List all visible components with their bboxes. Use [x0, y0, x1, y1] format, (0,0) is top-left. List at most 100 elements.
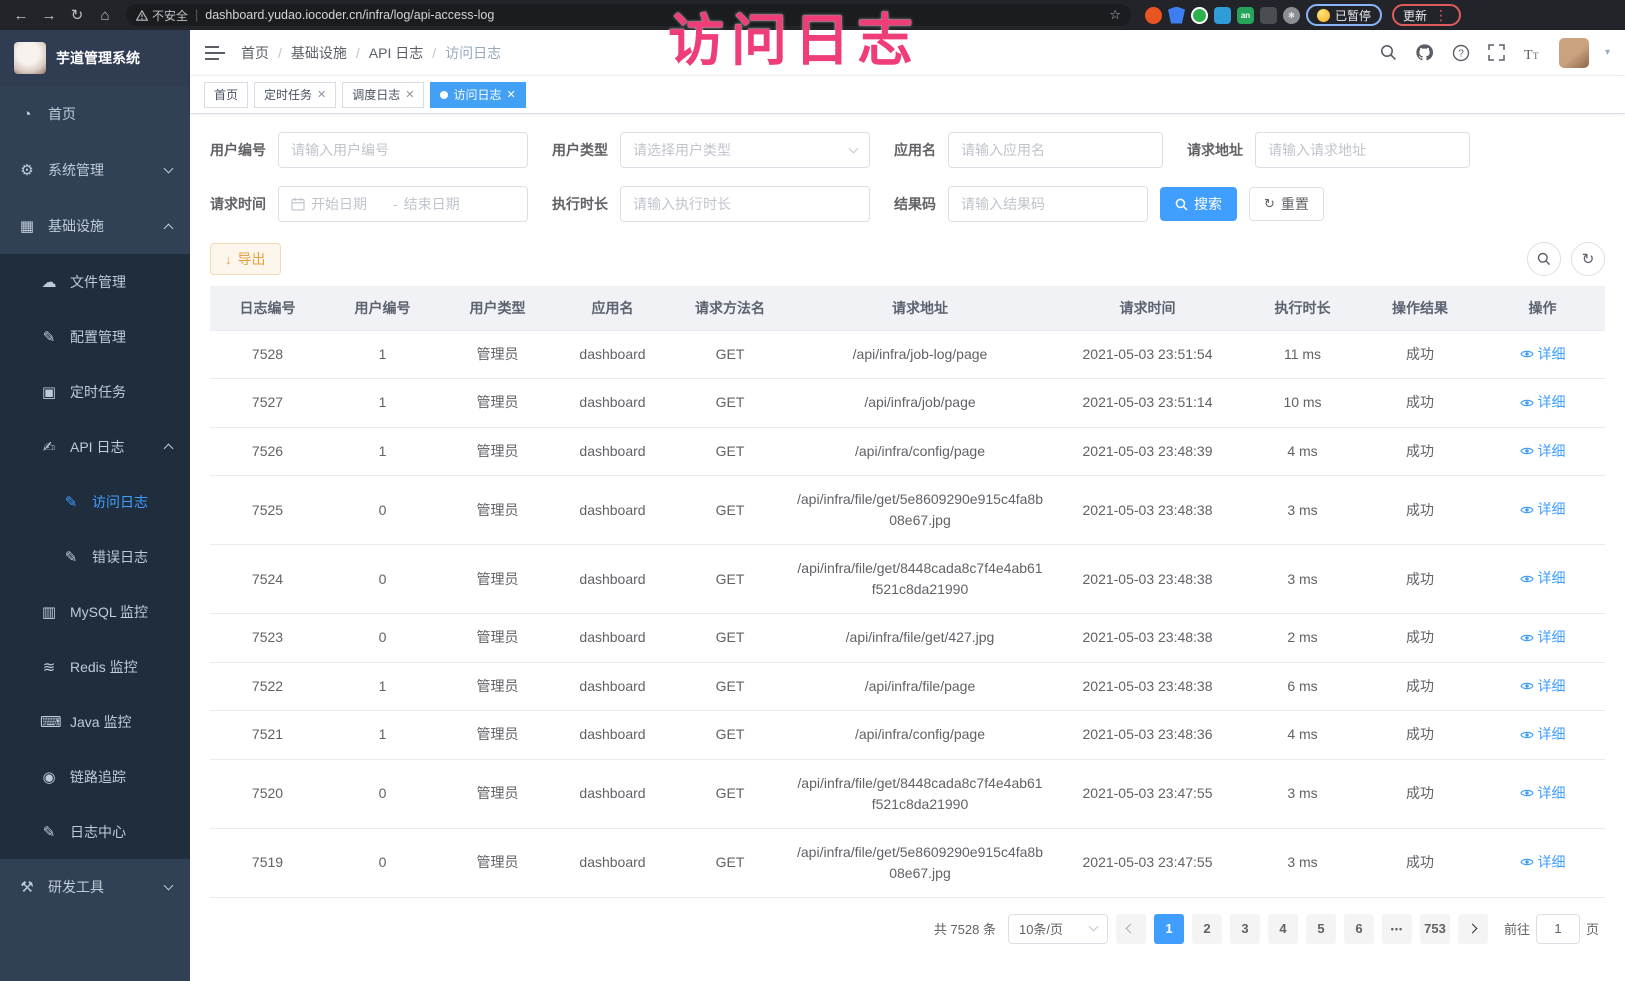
extension-icon-blue-puzzle[interactable] [1214, 7, 1231, 24]
sidebar-item-mysql-monitor[interactable]: ▥ MySQL 监控 [0, 584, 190, 639]
close-icon[interactable]: ✕ [317, 88, 326, 101]
page-button-5[interactable]: 5 [1306, 914, 1336, 944]
breadcrumb: 首页 / 基础设施 / API 日志 / 访问日志 [241, 43, 501, 63]
refresh-button[interactable]: ↻ [1571, 242, 1605, 276]
forward-icon[interactable]: → [38, 4, 60, 26]
page-size-select[interactable]: 10条/页 [1008, 914, 1108, 944]
extension-icon-orange[interactable] [1145, 7, 1162, 24]
avatar-caret-down-icon[interactable]: ▾ [1605, 47, 1610, 58]
col-app-name: 应用名 [555, 286, 670, 330]
not-secure-warning[interactable]: 不安全 [136, 7, 188, 24]
user-avatar[interactable] [1559, 38, 1589, 68]
export-button[interactable]: ↓ 导出 [210, 243, 281, 275]
search-form: 用户编号 用户类型 请选择用户类型 应用名 请求地址 [190, 114, 1625, 240]
sidebar-item-infrastructure[interactable]: ▦ 基础设施 [0, 198, 190, 254]
sidebar-item-redis-monitor[interactable]: ≋ Redis 监控 [0, 639, 190, 694]
detail-button[interactable]: 详细 [1520, 852, 1566, 873]
page-button-6[interactable]: 6 [1344, 914, 1374, 944]
hamburger-icon[interactable] [205, 45, 227, 61]
detail-button[interactable]: 详细 [1520, 783, 1566, 804]
github-icon[interactable] [1415, 43, 1435, 63]
help-icon[interactable]: ? [1451, 43, 1471, 63]
duration-field-wrap [620, 186, 870, 222]
close-icon[interactable]: ✕ [507, 88, 516, 101]
breadcrumb-home[interactable]: 首页 [241, 43, 269, 63]
infrastructure-icon: ▦ [18, 217, 36, 235]
extension-icon-dark[interactable] [1260, 7, 1277, 24]
breadcrumb-infrastructure[interactable]: 基础设施 [291, 43, 347, 63]
page-button-4[interactable]: 4 [1268, 914, 1298, 944]
detail-button[interactable]: 详细 [1520, 344, 1566, 365]
reset-button[interactable]: ↻ 重置 [1249, 187, 1324, 221]
sidebar-item-access-log[interactable]: ✎ 访问日志 [0, 474, 190, 529]
detail-button[interactable]: 详细 [1520, 676, 1566, 697]
update-button[interactable]: 更新 ⋮ [1392, 4, 1461, 26]
user-type-select[interactable]: 请选择用户类型 [620, 132, 870, 168]
chevron-down-icon [164, 880, 174, 890]
breadcrumb-api-log[interactable]: API 日志 [369, 43, 423, 63]
result-code-input[interactable] [961, 196, 1135, 212]
request-url-field-wrap [1255, 132, 1470, 168]
download-icon: ↓ [225, 252, 232, 267]
user-id-input[interactable] [291, 142, 515, 158]
app-name-input[interactable] [961, 142, 1150, 158]
home-icon[interactable]: ⌂ [94, 4, 116, 26]
sidebar-item-home[interactable]: ◔ 首页 [0, 86, 190, 142]
col-duration: 执行时长 [1245, 286, 1360, 330]
sidebar-item-system[interactable]: ⚙ 系统管理 [0, 142, 190, 198]
more-pages-button[interactable]: ••• [1382, 914, 1412, 944]
svg-text:?: ? [1458, 48, 1464, 59]
page-button-753[interactable]: 753 [1420, 914, 1450, 944]
sidebar-item-dev-tools[interactable]: ⚒ 研发工具 [0, 859, 190, 915]
svg-text:T: T [1533, 51, 1539, 61]
app-logo-row[interactable]: 芋道管理系统 [0, 30, 190, 86]
col-user-id: 用户编号 [325, 286, 440, 330]
detail-button[interactable]: 详细 [1520, 441, 1566, 462]
extension-icon-green-circle[interactable] [1191, 7, 1208, 24]
sidebar-item-trace[interactable]: ◉ 链路追踪 [0, 749, 190, 804]
tab-scheduled-jobs[interactable]: 定时任务 ✕ [254, 82, 336, 108]
detail-button[interactable]: 详细 [1520, 627, 1566, 648]
request-url-input[interactable] [1268, 142, 1457, 158]
sidebar-item-error-log[interactable]: ✎ 错误日志 [0, 529, 190, 584]
toggle-search-button[interactable] [1527, 242, 1561, 276]
sidebar-item-java-monitor[interactable]: ⌨ Java 监控 [0, 694, 190, 749]
extension-icon-shield[interactable] [1168, 7, 1185, 24]
end-date-input[interactable] [404, 196, 480, 212]
sidebar-item-scheduled-jobs[interactable]: ▣ 定时任务 [0, 364, 190, 419]
tab-access-log[interactable]: 访问日志 ✕ [430, 82, 525, 108]
tab-home[interactable]: 首页 [204, 82, 248, 108]
close-icon[interactable]: ✕ [405, 88, 414, 101]
page-button-2[interactable]: 2 [1192, 914, 1222, 944]
page-button-3[interactable]: 3 [1230, 914, 1260, 944]
detail-button[interactable]: 详细 [1520, 499, 1566, 520]
detail-button[interactable]: 详细 [1520, 392, 1566, 413]
bookmark-star-icon[interactable]: ☆ [1109, 7, 1121, 23]
paused-badge[interactable]: 已暂停 [1306, 4, 1382, 26]
font-size-icon[interactable]: TT [1523, 43, 1543, 63]
detail-button[interactable]: 详细 [1520, 724, 1566, 745]
back-icon[interactable]: ← [10, 4, 32, 26]
sidebar-item-api-log[interactable]: ✍ API 日志 [0, 419, 190, 474]
search-icon[interactable] [1379, 43, 1399, 63]
prev-page-button[interactable] [1116, 914, 1146, 944]
tab-schedule-log[interactable]: 调度日志 ✕ [342, 82, 424, 108]
start-date-input[interactable] [311, 196, 387, 212]
fullscreen-icon[interactable] [1487, 43, 1507, 63]
next-page-button[interactable] [1458, 914, 1488, 944]
search-button[interactable]: 搜索 [1160, 187, 1237, 221]
reload-icon[interactable]: ↻ [66, 4, 88, 26]
extension-icon-an[interactable]: an [1237, 7, 1254, 24]
address-bar[interactable]: 不安全 | dashboard.yudao.iocoder.cn/infra/l… [126, 4, 1131, 26]
sidebar-item-log-center[interactable]: ✎ 日志中心 [0, 804, 190, 859]
eye-icon [1520, 788, 1534, 798]
extension-icon-paw[interactable]: ✻ [1283, 7, 1300, 24]
detail-button[interactable]: 详细 [1520, 568, 1566, 589]
sidebar: 芋道管理系统 ◔ 首页 ⚙ 系统管理 ▦ 基础设施 [0, 30, 190, 981]
date-range-picker[interactable]: - [278, 186, 528, 222]
sidebar-item-config-management[interactable]: ✎ 配置管理 [0, 309, 190, 364]
page-button-1[interactable]: 1 [1154, 914, 1184, 944]
goto-page-input[interactable] [1536, 914, 1580, 944]
duration-input[interactable] [633, 196, 857, 212]
sidebar-item-file-management[interactable]: ☁ 文件管理 [0, 254, 190, 309]
